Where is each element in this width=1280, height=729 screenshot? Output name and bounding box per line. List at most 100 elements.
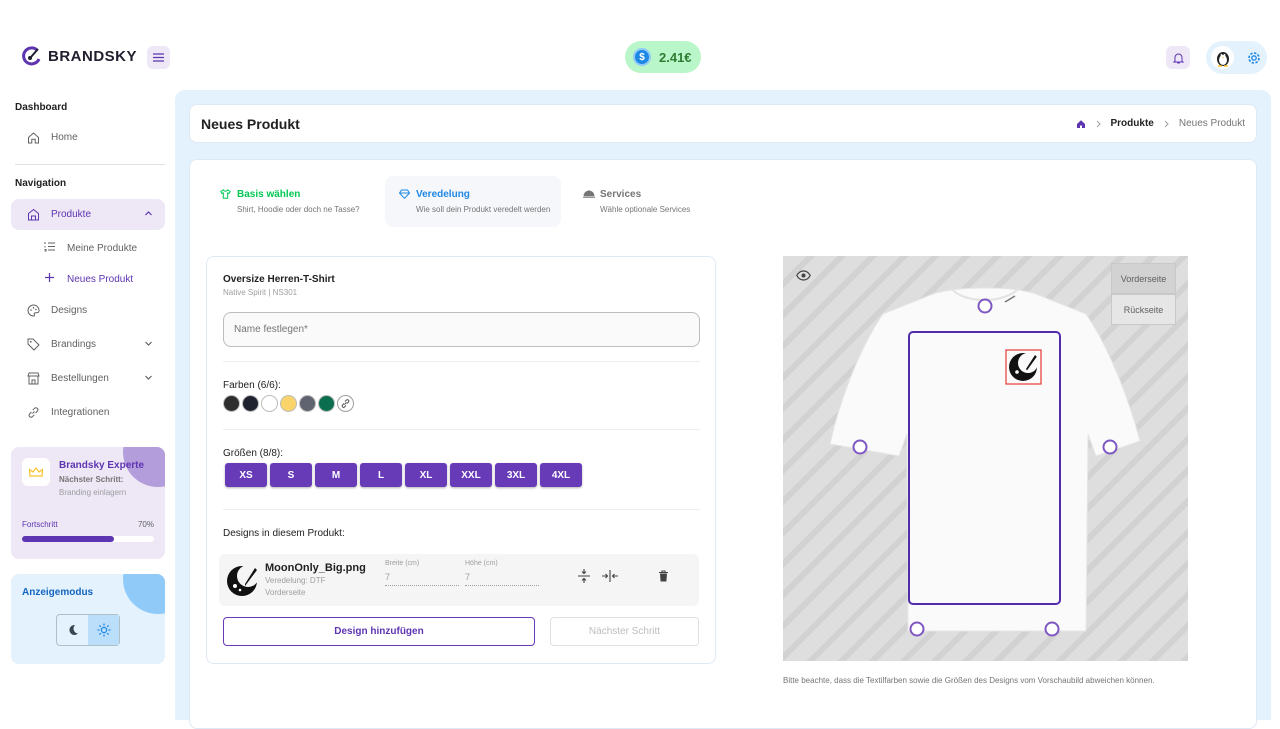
link-icon (341, 399, 350, 408)
delete-design-button[interactable] (655, 568, 671, 584)
list-icon (44, 241, 56, 255)
home-icon[interactable] (1076, 119, 1086, 129)
breadcrumb: Produkte Neues Produkt (1076, 118, 1245, 129)
product-sub: Native Spirit | NS301 (223, 288, 298, 297)
sidebar-item-integrationen[interactable]: Integrationen (11, 397, 165, 428)
divider (15, 164, 165, 165)
product-form: Oversize Herren-T-Shirt Native Spirit | … (206, 256, 716, 664)
sidebar-item-bestellungen[interactable]: Bestellungen (11, 363, 165, 394)
breadcrumb-produkte[interactable]: Produkte (1111, 118, 1154, 129)
design-height-value[interactable]: 7 (465, 572, 539, 586)
step-title: Basis wählen (237, 189, 301, 200)
step-subtitle: Wie soll dein Produkt veredelt werden (416, 205, 551, 214)
size-chip-xl[interactable]: XL (405, 463, 447, 487)
divider (223, 429, 700, 430)
diamond-icon (399, 189, 410, 199)
next-step-button[interactable]: Nächster Schritt (550, 617, 699, 646)
brand-logo[interactable]: BRANDSKY (22, 46, 137, 66)
notifications-button[interactable] (1166, 46, 1190, 69)
step-basis[interactable]: Basis wählen Shirt, Hoodie oder doch ne … (206, 176, 386, 227)
sidebar: Dashboard Home Navigation Produkte Meine… (0, 90, 175, 720)
sidebar-item-home[interactable]: Home (11, 122, 165, 153)
dollar-coin-icon: $ (633, 48, 651, 66)
colors-label: Farben (6/6): (223, 380, 281, 391)
expert-progress-card: Brandsky Experte Nächster Schritt: Brand… (11, 447, 165, 559)
design-width-field[interactable]: Breite (cm) 7 (385, 560, 459, 586)
sidebar-item-label: Integrationen (51, 407, 110, 418)
progress-bar (22, 536, 154, 542)
center-horizontal-button[interactable] (602, 568, 618, 584)
align-horizontal-center-icon (602, 570, 618, 582)
size-chip-l[interactable]: L (360, 463, 402, 487)
light-mode-button[interactable] (88, 615, 119, 645)
display-mode-toggle (56, 614, 120, 646)
sidebar-item-label: Home (51, 132, 78, 143)
progress-value: 70% (137, 520, 154, 529)
size-chip-xxl[interactable]: XXL (450, 463, 492, 487)
product-name: Oversize Herren-T-Shirt (223, 274, 335, 285)
link-icon (26, 406, 40, 420)
color-swatch[interactable] (280, 395, 297, 412)
sun-icon (97, 623, 110, 637)
size-chips: XS S M L XL XXL 3XL 4XL (225, 463, 582, 487)
menu-toggle-button[interactable] (147, 46, 170, 69)
sidebar-subitem-neues-produkt[interactable]: Neues Produkt (44, 272, 133, 286)
front-side-button[interactable]: Vorderseite (1111, 263, 1176, 294)
color-link-button[interactable] (337, 395, 354, 412)
card-decoration (123, 574, 165, 614)
size-chip-xs[interactable]: XS (225, 463, 267, 487)
balance-value: 2.41€ (659, 49, 692, 65)
step-title: Services (600, 189, 642, 200)
add-design-button[interactable]: Design hinzufügen (223, 617, 535, 646)
home-icon (26, 131, 40, 145)
dark-mode-button[interactable] (57, 615, 88, 645)
back-side-button[interactable]: Rückseite (1111, 294, 1176, 325)
trash-icon (658, 570, 668, 582)
sidebar-item-label: Brandings (51, 339, 97, 350)
display-mode-card: Anzeigemodus (11, 574, 165, 664)
progress-label: Fortschritt (22, 520, 58, 529)
balance-badge[interactable]: $ 2.41€ (625, 41, 701, 73)
size-chip-4xl[interactable]: 4XL (540, 463, 582, 487)
divider (223, 509, 700, 510)
design-width-value[interactable]: 7 (385, 572, 459, 586)
sidebar-item-produkte[interactable]: Produkte (11, 199, 165, 230)
step-veredelung[interactable]: Veredelung Wie soll dein Produkt veredel… (385, 176, 561, 227)
moon-rocket-design-thumbnail (227, 565, 259, 596)
expert-next-label: Nächster Schritt: (59, 475, 124, 484)
page-title: Neues Produkt (201, 116, 300, 132)
sidebar-item-brandings[interactable]: Brandings (11, 329, 165, 360)
step-title: Veredelung (416, 189, 470, 200)
color-swatch[interactable] (261, 395, 278, 412)
gear-icon (1248, 51, 1260, 64)
color-swatch[interactable] (242, 395, 259, 412)
profile-menu[interactable] (1206, 41, 1267, 74)
color-swatches (223, 395, 354, 412)
step-subtitle: Wähle optionale Services (600, 205, 691, 214)
store-icon (26, 208, 40, 222)
design-side: Vorderseite (265, 588, 306, 597)
design-height-label: Höhe (cm) (465, 560, 498, 567)
progress-bar-fill (22, 536, 115, 542)
color-swatch[interactable] (299, 395, 316, 412)
product-name-input[interactable] (223, 312, 700, 347)
avatar (1211, 46, 1234, 69)
step-services[interactable]: Services Wähle optionale Services (569, 176, 729, 227)
sidebar-subitem-label: Meine Produkte (67, 242, 138, 254)
color-swatch[interactable] (318, 395, 335, 412)
main-area: Neues Produkt Produkte Neues Produkt Bas… (175, 90, 1271, 729)
size-chip-m[interactable]: M (315, 463, 357, 487)
center-vertical-button[interactable] (576, 568, 592, 584)
section-title-dashboard: Dashboard (15, 102, 68, 113)
palette-icon (26, 304, 40, 318)
color-swatch[interactable] (223, 395, 240, 412)
side-switch: Vorderseite Rückseite (1111, 263, 1176, 325)
size-chip-s[interactable]: S (270, 463, 312, 487)
display-mode-title: Anzeigemodus (22, 587, 94, 598)
sidebar-item-designs[interactable]: Designs (11, 295, 165, 326)
design-height-field[interactable]: Höhe (cm) 7 (465, 560, 539, 586)
size-chip-3xl[interactable]: 3XL (495, 463, 537, 487)
penguin-avatar-icon (1216, 51, 1229, 67)
content-card: Basis wählen Shirt, Hoodie oder doch ne … (189, 159, 1257, 729)
sidebar-subitem-meine-produkte[interactable]: Meine Produkte (44, 241, 137, 255)
